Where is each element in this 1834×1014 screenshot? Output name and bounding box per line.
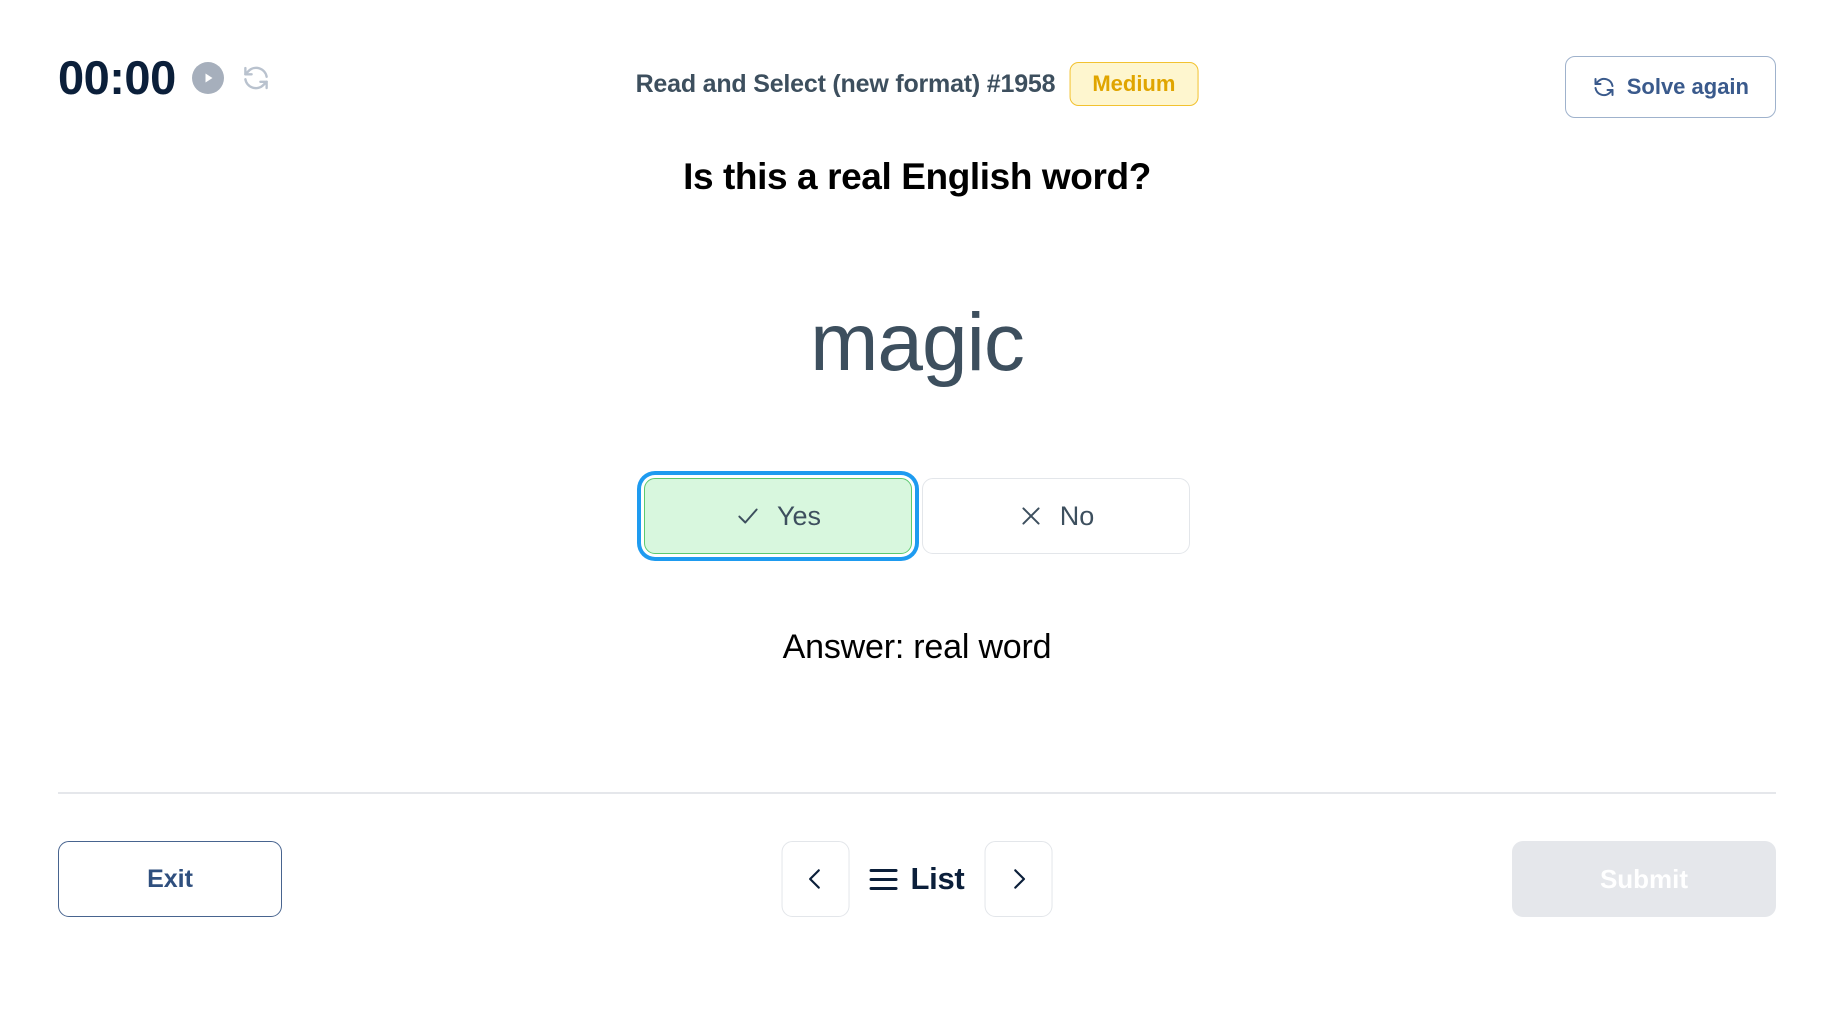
prev-question-button[interactable] <box>781 841 850 917</box>
close-icon <box>1018 503 1044 529</box>
choice-group: Yes No <box>0 478 1834 554</box>
chevron-right-icon <box>1005 866 1031 892</box>
refresh-icon <box>1592 75 1616 99</box>
main-content: Is this a real English word? magic Yes N… <box>0 128 1834 793</box>
solve-again-button[interactable]: Solve again <box>1564 56 1776 118</box>
answer-text: Answer: real word <box>782 628 1052 666</box>
timer-group: 00:00 <box>58 54 272 101</box>
status-badge: Medium <box>1069 62 1199 107</box>
navigation-group: List <box>781 841 1053 917</box>
check-icon <box>735 503 761 529</box>
choice-yes-label: Yes <box>776 500 822 531</box>
next-question-button[interactable] <box>984 841 1053 917</box>
title-group: Read and Select (new format) #1958 Mediu… <box>635 62 1199 107</box>
choice-no-button[interactable]: No <box>922 478 1190 554</box>
submit-button[interactable]: Submit <box>1512 841 1776 917</box>
exercise-page: 00:00 Read and Select (new format) #1958… <box>0 0 1834 1014</box>
header: 00:00 Read and Select (new format) #1958… <box>0 0 1834 128</box>
solve-again-label: Solve again <box>1626 74 1749 99</box>
list-label: List <box>910 861 965 896</box>
choice-no-label: No <box>1059 500 1095 531</box>
reload-icon[interactable] <box>240 62 272 94</box>
page-title: Read and Select (new format) #1958 <box>635 69 1056 98</box>
question-prompt: Is this a real English word? <box>683 156 1151 197</box>
chevron-left-icon <box>803 866 829 892</box>
exit-button[interactable]: Exit <box>58 841 282 917</box>
timer-display: 00:00 <box>58 51 176 104</box>
choice-yes-button[interactable]: Yes <box>644 478 912 554</box>
play-icon[interactable] <box>191 61 224 94</box>
footer: Exit List Submit <box>0 794 1834 1014</box>
list-button[interactable]: List <box>864 861 971 897</box>
word-display: magic <box>810 297 1025 388</box>
hamburger-icon <box>869 868 898 890</box>
